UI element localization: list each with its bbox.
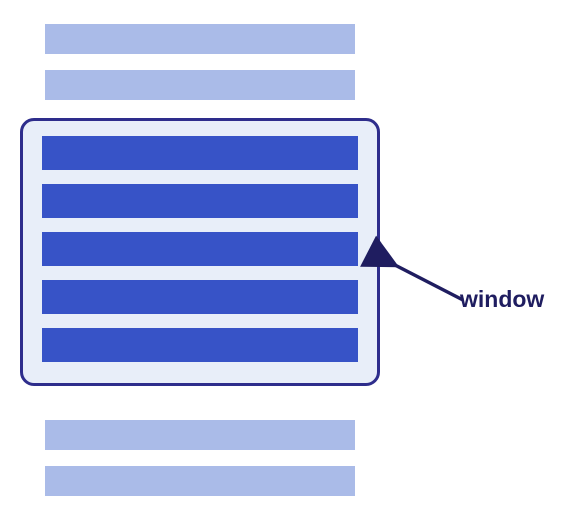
window-label: window xyxy=(460,286,544,313)
data-bar-inside xyxy=(42,136,358,170)
data-bar-outside xyxy=(45,420,355,450)
data-bar-inside xyxy=(42,280,358,314)
data-bar-inside xyxy=(42,232,358,266)
data-bar-inside xyxy=(42,184,358,218)
data-bar-outside xyxy=(45,24,355,54)
data-bar-outside xyxy=(45,466,355,496)
data-bar-outside xyxy=(45,70,355,100)
data-bar-inside xyxy=(42,328,358,362)
sliding-window-diagram: window xyxy=(0,0,578,525)
